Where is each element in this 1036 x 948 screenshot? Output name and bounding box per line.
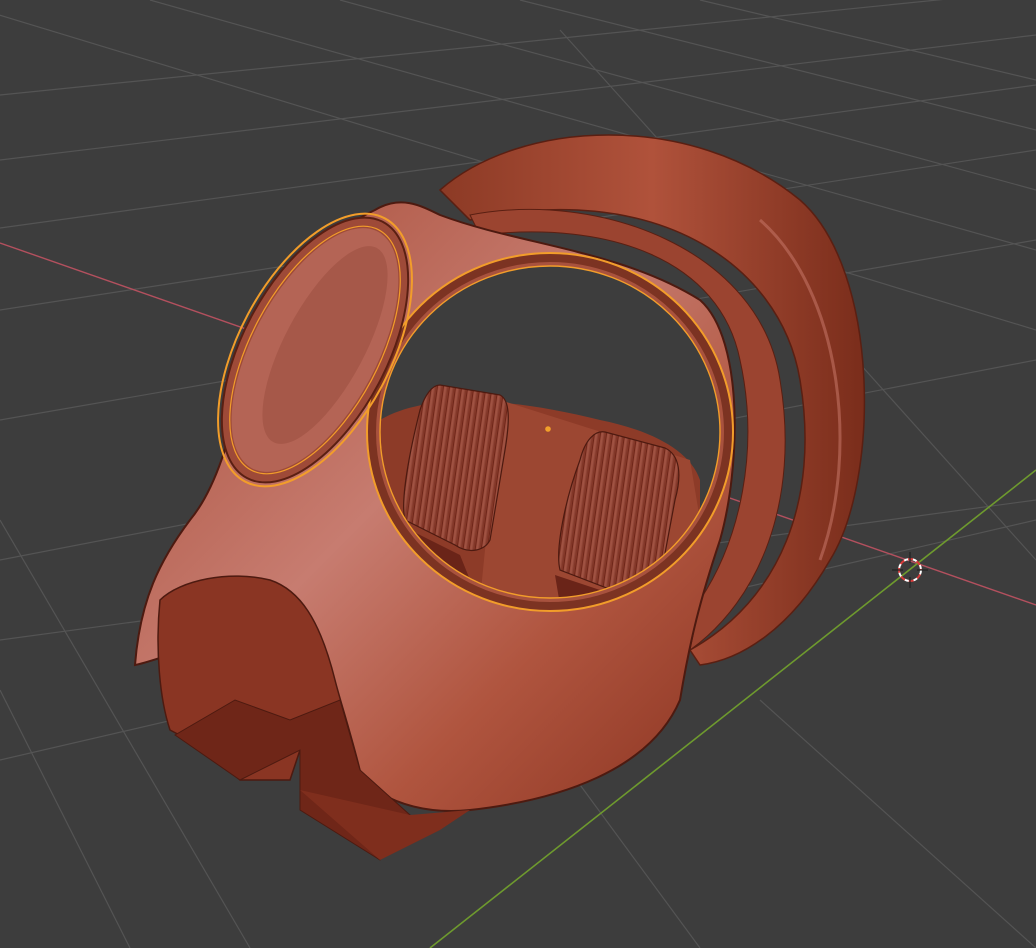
viewport-scene[interactable] bbox=[0, 0, 1036, 948]
3d-viewport[interactable] bbox=[0, 0, 1036, 948]
object-origin-icon[interactable] bbox=[545, 426, 551, 432]
